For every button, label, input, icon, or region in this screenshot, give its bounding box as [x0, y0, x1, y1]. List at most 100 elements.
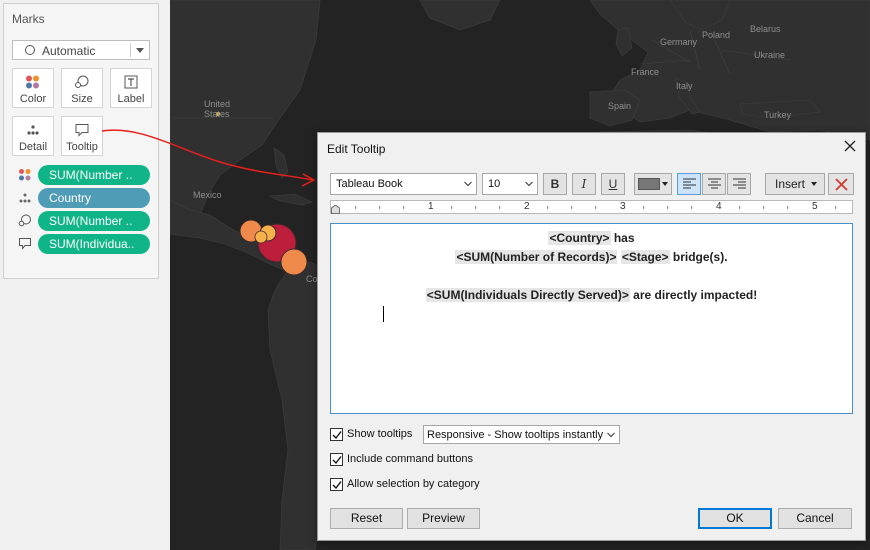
field-pill-sum-individuals[interactable]: SUM(Individua.. — [38, 234, 150, 254]
size-icon — [18, 214, 31, 227]
checkmark-icon — [332, 431, 342, 440]
ok-button[interactable]: OK — [698, 508, 772, 529]
detail-button[interactable]: Detail — [12, 116, 54, 156]
color-dots-icon — [26, 75, 39, 89]
align-center-button[interactable] — [702, 173, 726, 195]
map-label: Co — [306, 274, 318, 284]
show-tooltips-checkbox[interactable] — [330, 428, 343, 441]
tooltip-button-label: Tooltip — [66, 141, 98, 153]
align-left-icon — [683, 178, 696, 189]
chevron-down-icon — [525, 181, 533, 187]
editor-text: bridge(s). — [669, 250, 728, 264]
checkmark-icon — [332, 456, 342, 465]
editor-line: <SUM(Individuals Directly Served)> are d… — [331, 288, 852, 302]
detail-button-label: Detail — [18, 141, 48, 153]
tooltip-icon — [19, 238, 31, 250]
map-label: Poland — [702, 30, 731, 40]
editor-line: <SUM(Number of Records)> <Stage> bridge(… — [331, 250, 852, 264]
ruler-number: 5 — [812, 201, 818, 212]
marks-card: Marks Automatic Color Size Label Detail … — [3, 3, 159, 279]
insert-label: Insert — [775, 177, 806, 191]
show-tooltips-label: Show tooltips — [347, 428, 413, 440]
label-icon — [124, 75, 138, 89]
clear-x-icon — [835, 178, 848, 191]
mark-type-value: Automatic — [42, 44, 96, 58]
font-family-value: Tableau Book — [336, 178, 403, 190]
label-button-label: Label — [117, 93, 145, 105]
field-token: <SUM(Number of Records)> — [455, 250, 618, 264]
editor-line: <Country> has — [331, 231, 852, 245]
label-button[interactable]: Label — [110, 68, 152, 108]
chevron-down-icon — [662, 182, 668, 186]
text-color-button[interactable] — [634, 173, 672, 195]
map-label: Ukraine — [754, 50, 786, 60]
tooltip-icon — [75, 124, 89, 137]
chevron-down-icon — [811, 182, 817, 186]
edit-tooltip-dialog: Edit Tooltip Tableau Book 10 B I U Inser… — [317, 132, 866, 541]
field-token: <Stage> — [620, 250, 670, 264]
clear-formatting-button[interactable] — [828, 173, 854, 195]
ruler-number: 4 — [716, 201, 722, 212]
tooltip-editor[interactable]: <Country> has <SUM(Number of Records)> <… — [330, 223, 853, 414]
size-button-label: Size — [71, 93, 93, 105]
bubble-mark[interactable] — [254, 230, 268, 244]
align-left-button[interactable] — [677, 173, 701, 195]
reset-button[interactable]: Reset — [330, 508, 403, 529]
checkmark-icon — [332, 481, 342, 490]
tooltip-mode-value: Responsive - Show tooltips instantly — [427, 429, 604, 441]
bubble-mark[interactable] — [280, 248, 308, 276]
mark-type-dropdown[interactable]: Automatic — [12, 40, 150, 60]
align-right-button[interactable] — [727, 173, 751, 195]
field-pill-sum-number-size[interactable]: SUM(Number .. — [38, 211, 150, 231]
color-button[interactable]: Color — [12, 68, 54, 108]
marks-title: Marks — [12, 12, 45, 26]
underline-button[interactable]: U — [601, 173, 625, 195]
cancel-button[interactable]: Cancel — [778, 508, 852, 529]
include-command-buttons-checkbox[interactable] — [330, 453, 343, 466]
editor-text: are directly impacted! — [629, 288, 758, 302]
text-caret — [383, 306, 384, 322]
align-right-icon — [733, 178, 746, 189]
map-label: France — [631, 67, 660, 77]
font-family-select[interactable]: Tableau Book — [330, 173, 477, 195]
indent-marker-icon[interactable] — [331, 205, 340, 214]
field-pill-country[interactable]: Country — [38, 188, 150, 208]
font-size-select[interactable]: 10 — [482, 173, 538, 195]
close-icon[interactable] — [843, 139, 857, 153]
color-dots-icon — [19, 169, 31, 181]
chevron-down-icon — [464, 181, 472, 187]
text-color-swatch — [638, 178, 660, 190]
ruler: 1 2 3 4 5 — [330, 200, 853, 214]
font-size-value: 10 — [488, 178, 501, 190]
field-token: <SUM(Individuals Directly Served)> — [425, 288, 630, 302]
map-label: Spain — [608, 101, 632, 111]
color-button-label: Color — [19, 93, 47, 105]
bold-button[interactable]: B — [543, 173, 567, 195]
dialog-title: Edit Tooltip — [327, 142, 386, 156]
tooltip-button[interactable]: Tooltip — [61, 116, 103, 156]
chevron-down-icon — [607, 432, 615, 438]
chevron-down-icon — [136, 48, 144, 53]
preview-button[interactable]: Preview — [407, 508, 480, 529]
map-label: United States — [204, 99, 231, 119]
detail-dots-icon — [19, 193, 31, 203]
map-label: Belarus — [750, 24, 781, 34]
tooltip-mode-select[interactable]: Responsive - Show tooltips instantly — [423, 425, 620, 444]
field-token: <Country> — [548, 231, 611, 245]
allow-selection-checkbox[interactable] — [330, 478, 343, 491]
editor-text: has — [610, 231, 635, 245]
field-pill-sum-number-color[interactable]: SUM(Number .. — [38, 165, 150, 185]
insert-field-button[interactable]: Insert — [765, 173, 825, 195]
italic-button[interactable]: I — [572, 173, 596, 195]
allow-selection-label: Allow selection by category — [347, 478, 480, 490]
align-center-icon — [708, 178, 721, 189]
size-icon — [75, 75, 89, 88]
size-button[interactable]: Size — [61, 68, 103, 108]
detail-dots-icon — [27, 125, 39, 135]
ruler-number: 3 — [620, 201, 626, 212]
map-label: Turkey — [764, 110, 792, 120]
map-label: Mexico — [193, 190, 222, 200]
map-label: Italy — [676, 81, 693, 91]
ruler-number: 1 — [428, 201, 434, 212]
map-label: Germany — [660, 37, 698, 47]
